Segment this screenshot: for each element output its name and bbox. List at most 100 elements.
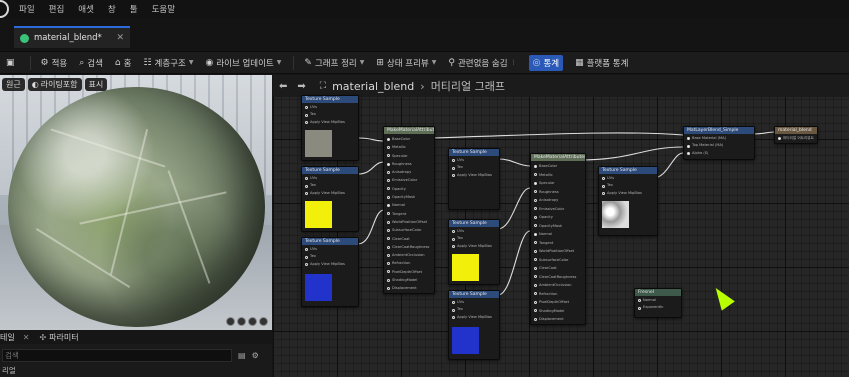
mat-layer-blend-node[interactable]: MatLayerBlend_Simple Base Material (MA) … (683, 126, 755, 160)
back-arrow-icon[interactable]: ⬅ (279, 81, 287, 92)
pin-mipbias[interactable]: Apply View MipBias (452, 243, 496, 250)
pin[interactable]: ClearCoatRoughness (534, 273, 582, 282)
pin[interactable]: EmissiveColor (534, 205, 582, 214)
pin[interactable]: Normal (387, 201, 431, 209)
pin-uvs[interactable]: UVs (452, 157, 496, 164)
show-button[interactable]: 표시 (84, 78, 108, 91)
pin-tex[interactable]: Tex (452, 306, 496, 313)
details-search-input[interactable] (2, 348, 232, 362)
platform-stats-button[interactable]: ▦ 플랫폼 통계 (575, 57, 628, 69)
pin-exponent[interactable]: ExponentIn (638, 304, 678, 311)
pin[interactable]: SubsurfaceColor (387, 226, 431, 234)
material-graph-editor[interactable]: ⬅ ➡ ⛶ material_blend › 머티리얼 그래프 Texture … (273, 75, 849, 377)
menu-edit[interactable]: 편집 (49, 3, 65, 15)
pin[interactable]: EmissiveColor (387, 176, 431, 184)
texture-sample-node-2-yellow[interactable]: Texture Sample UVs Tex Apply View MipBia… (448, 219, 500, 285)
pin[interactable]: Specular (534, 179, 582, 188)
pin[interactable]: OpacityMask (387, 193, 431, 201)
pin-tex[interactable]: Tex (602, 182, 654, 189)
pin-mipbias[interactable]: Apply View MipBias (452, 314, 496, 321)
pin[interactable]: PixelDepthOffset (534, 298, 582, 307)
pin[interactable]: ClearCoatRoughness (387, 243, 431, 251)
apply-button[interactable]: ⚙ 적용 (41, 57, 68, 69)
preview-viewport[interactable]: 원근 ◐ 라이팅포함 표시 (0, 75, 272, 330)
cylinder-shape-icon[interactable] (259, 317, 268, 326)
tab-material-blend[interactable]: material_blend* ✕ (14, 26, 130, 48)
pin[interactable]: Anisotropy (534, 196, 582, 205)
forward-arrow-icon[interactable]: ➡ (297, 81, 305, 92)
perspective-button[interactable]: 원근 (2, 78, 25, 91)
filter-icon[interactable]: ▤ (238, 351, 246, 360)
fresnel-node[interactable]: Fresnel Normal ExponentIn (634, 288, 682, 318)
pin[interactable]: Anisotropy (387, 168, 431, 176)
pin-uvs[interactable]: UVs (452, 228, 496, 235)
pin[interactable]: Tangent (387, 210, 431, 218)
menu-help[interactable]: 도움말 (152, 3, 175, 15)
pin-tex[interactable]: Tex (305, 111, 355, 118)
pin[interactable]: AmbientOcclusion (534, 281, 582, 290)
pin-tex[interactable]: Tex (305, 182, 355, 189)
pin-uvs[interactable]: UVs (305, 246, 355, 253)
pin[interactable]: ClearCoat (387, 235, 431, 243)
pin-base-material[interactable]: Base Material (MA) (687, 135, 751, 142)
pin-material-attributes[interactable]: 머티리얼 어트리뷰트 (778, 135, 814, 142)
pin[interactable]: Metallic (534, 171, 582, 180)
menu-window[interactable]: 창 (108, 3, 116, 15)
menu-file[interactable]: 파일 (19, 3, 35, 15)
hierarchy-button[interactable]: ☷ 계층구조 ▼ (143, 57, 193, 69)
pin-uvs[interactable]: UVs (602, 175, 654, 182)
pin[interactable]: SubsurfaceColor (534, 256, 582, 265)
pin-mipbias[interactable]: Apply View MipBias (452, 172, 496, 179)
pin-uvs[interactable]: UVs (305, 104, 355, 111)
pin[interactable]: Refraction (387, 259, 431, 267)
lighting-button[interactable]: ◐ 라이팅포함 (27, 78, 82, 91)
pin[interactable]: Metallic (387, 143, 431, 151)
live-update-button[interactable]: ◉ 라이브 업데이트 ▼ (205, 57, 281, 69)
pin[interactable]: WorldPositionOffset (534, 247, 582, 256)
pin[interactable]: BaseColor (534, 162, 582, 171)
pin-tex[interactable]: Tex (452, 164, 496, 171)
make-material-attributes-node-1[interactable]: MakeMaterialAttributes BaseColor Metalli… (383, 126, 435, 294)
pin[interactable]: Displacement (534, 315, 582, 324)
pin[interactable]: Roughness (387, 160, 431, 168)
make-material-attributes-node-2[interactable]: MakeMaterialAttributes BaseColor Metalli… (530, 153, 586, 325)
pin-mipbias[interactable]: Apply View MipBias (305, 119, 355, 126)
pin[interactable]: Opacity (387, 185, 431, 193)
pin-mipbias[interactable]: Apply View MipBias (602, 190, 654, 197)
pin[interactable]: WorldPositionOffset (387, 218, 431, 226)
tab-details[interactable]: 테일 ✕ (0, 332, 29, 343)
state-preview-button[interactable]: ⊞ 상태 프리뷰 ▼ (376, 57, 436, 69)
pin-mipbias[interactable]: Apply View MipBias (305, 190, 355, 197)
menu-asset[interactable]: 애셋 (78, 3, 94, 15)
pin[interactable]: AmbientOcclusion (387, 251, 431, 259)
pin-uvs[interactable]: UVs (305, 175, 355, 182)
pin-top-material[interactable]: Top Material (MA) (687, 142, 751, 149)
pin[interactable]: PixelDepthOffset (387, 268, 431, 276)
menu-tools[interactable]: 툴 (130, 3, 138, 15)
material-result-node[interactable]: material_blend 머티리얼 어트리뷰트 (774, 126, 818, 144)
search-button[interactable]: ⌕ 검색 (79, 57, 103, 69)
home-button[interactable]: ⌂ 홈 (115, 57, 132, 69)
texture-sample-node-2-top[interactable]: Texture Sample UVs Tex Apply View MipBia… (448, 148, 500, 210)
plane-shape-icon[interactable] (248, 317, 257, 326)
pin[interactable]: Tangent (534, 239, 582, 248)
save-button[interactable]: ▣ (6, 58, 18, 68)
pin[interactable]: BaseColor (387, 135, 431, 143)
texture-sample-node-yellow[interactable]: Texture Sample UVs Tex Apply View MipBia… (301, 166, 359, 232)
pin-alpha[interactable]: Alpha (S) (687, 150, 751, 157)
texture-sample-node-top[interactable]: Texture Sample UVs Tex Apply View MipBia… (301, 95, 359, 161)
close-icon[interactable]: ✕ (116, 33, 124, 43)
clean-graph-button[interactable]: ✎ 그래프 정리 ▼ (304, 57, 364, 69)
pin-normal[interactable]: Normal (638, 297, 678, 304)
sphere-shape-icon[interactable] (226, 317, 235, 326)
breadcrumb-asset[interactable]: material_blend (332, 80, 414, 93)
pin[interactable]: Specular (387, 152, 431, 160)
close-icon[interactable]: ✕ (23, 333, 30, 342)
pin[interactable]: OpacityMask (534, 222, 582, 231)
hide-unrelated-button[interactable]: ⚲ 관련없음 숨김 ⋮ (448, 57, 516, 69)
pin-tex[interactable]: Tex (305, 253, 355, 260)
cube-shape-icon[interactable] (237, 317, 246, 326)
texture-sample-node-2-blue[interactable]: Texture Sample UVs Tex Apply View MipBia… (448, 290, 500, 360)
stats-button[interactable]: ◎ 통계 (528, 54, 564, 71)
texture-sample-node-noise[interactable]: Texture Sample UVs Tex Apply View MipBia… (598, 166, 658, 236)
